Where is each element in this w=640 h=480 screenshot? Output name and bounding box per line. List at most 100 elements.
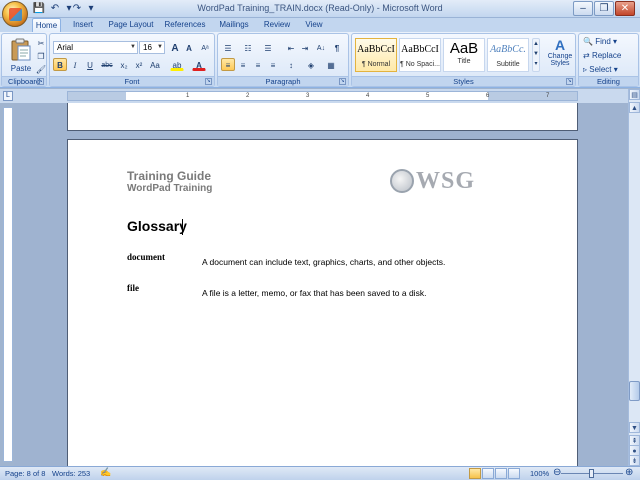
header-title: Training Guide (127, 169, 212, 183)
scroll-up-icon[interactable]: ▲ (629, 102, 640, 113)
grow-font-button[interactable]: A (168, 41, 182, 54)
underline-button[interactable]: U (83, 58, 97, 71)
tab-view[interactable]: View (299, 18, 329, 32)
style-title[interactable]: AaB Title (443, 38, 485, 72)
office-logo-icon (9, 8, 22, 21)
sort-icon[interactable]: A↓ (314, 41, 328, 54)
font-color-button[interactable]: A (192, 58, 206, 71)
borders-icon[interactable]: ▦ (324, 58, 338, 71)
scroll-thumb[interactable] (629, 381, 640, 401)
increase-indent-icon[interactable]: ⇥ (298, 41, 312, 54)
tab-mailings[interactable]: Mailings (214, 18, 254, 32)
align-right-icon[interactable]: ≡ (251, 58, 265, 71)
bullets-icon[interactable]: ☰ (221, 41, 235, 54)
styles-scroll-icon[interactable]: ▲ ▼ ▾ (532, 38, 540, 72)
ribbon: Paste ✂ ❐ 🖌 Clipboard ↘ Arial ▼ 16 ▼ A A A… (0, 32, 640, 88)
font-name-combo[interactable]: Arial ▼ (53, 41, 138, 54)
zoom-in-icon[interactable]: ⊕ (625, 467, 633, 478)
tab-home[interactable]: Home (32, 18, 61, 32)
title-bar: 💾 ↶ ▾ ↷ ▾ WordPad Training_TRAIN.docx (R… (0, 0, 640, 18)
ruler-tick: 6 (486, 93, 490, 99)
full-screen-reading-icon[interactable] (482, 468, 494, 479)
status-bar: Page: 8 of 8 Words: 253 ✍ 100% ⊖ ⊕ (0, 466, 640, 480)
style-name: ¶ No Spaci... (400, 61, 440, 68)
previous-page (67, 103, 578, 131)
bold-button[interactable]: B (53, 58, 67, 71)
glossary-heading[interactable]: Glossary (127, 218, 187, 234)
tab-references[interactable]: References (162, 18, 208, 32)
restore-button[interactable]: ❐ (594, 1, 614, 16)
horizontal-ruler[interactable]: 1 2 3 4 5 6 7 (67, 91, 578, 101)
tab-selector-icon[interactable]: L (3, 91, 13, 101)
minimize-button[interactable]: ‒ (573, 1, 593, 16)
dialog-launcher-icon[interactable]: ↘ (205, 78, 212, 85)
find-button[interactable]: 🔍 Find ▾ (583, 37, 617, 46)
italic-button[interactable]: I (68, 58, 82, 71)
outline-icon[interactable] (508, 468, 520, 479)
proofing-icon[interactable]: ✍ (100, 467, 111, 478)
center-icon[interactable]: ≡ (236, 58, 250, 71)
tab-insert[interactable]: Insert (66, 18, 100, 32)
close-button[interactable]: ✕ (615, 1, 635, 16)
office-button[interactable] (2, 1, 28, 27)
ruler-margin-left (68, 92, 126, 100)
tab-review[interactable]: Review (259, 18, 295, 32)
document-area[interactable]: Training Guide WordPad Training WSG Glos… (14, 103, 628, 466)
paste-button[interactable]: Paste (8, 64, 34, 73)
vertical-scrollbar[interactable]: ▤ ▲ ▼ ⇞ ● ⇟ (628, 89, 640, 466)
change-styles-button[interactable]: A Change Styles (545, 37, 575, 67)
font-size-value: 16 (143, 43, 152, 52)
vertical-ruler[interactable] (3, 107, 13, 462)
header-subtitle: WordPad Training (127, 183, 213, 194)
zoom-slider-knob[interactable] (589, 469, 594, 478)
glossary-definition: A file is a letter, memo, or fax that ha… (202, 288, 427, 298)
ruler-tick: 5 (426, 93, 430, 99)
format-painter-icon[interactable]: 🖌 (34, 62, 48, 75)
multilevel-list-icon[interactable]: ☰ (261, 41, 275, 54)
subscript-button[interactable]: x₂ (117, 58, 131, 71)
clipboard-group: Paste ✂ ❐ 🖌 Clipboard ↘ (1, 33, 47, 87)
line-spacing-icon[interactable]: ↕ (284, 58, 298, 71)
style-preview: AaBbCcI (401, 44, 439, 55)
cut-icon[interactable]: ✂ (34, 36, 48, 49)
clear-formatting-button[interactable]: Aᵃ (198, 41, 212, 54)
ruler-toggle-icon[interactable]: ▤ (629, 89, 640, 100)
align-left-icon[interactable]: ≡ (221, 58, 235, 71)
paste-icon[interactable] (10, 38, 32, 62)
style-normal[interactable]: AaBbCcI ¶ Normal (355, 38, 397, 72)
dialog-launcher-icon[interactable]: ↘ (37, 78, 44, 85)
numbering-icon[interactable]: ☷ (241, 41, 255, 54)
justify-icon[interactable]: ≡ (266, 58, 280, 71)
font-size-combo[interactable]: 16 ▼ (139, 41, 165, 54)
zoom-level[interactable]: 100% (530, 469, 549, 478)
web-layout-icon[interactable] (495, 468, 507, 479)
ruler-tick: 1 (186, 93, 190, 99)
change-case-button[interactable]: Aa (147, 58, 163, 71)
replace-button[interactable]: ⇄ Replace (583, 51, 621, 60)
shrink-font-button[interactable]: A (182, 41, 196, 54)
binoculars-icon: 🔍 (583, 37, 593, 46)
dialog-launcher-icon[interactable]: ↘ (566, 78, 573, 85)
strikethrough-button[interactable]: abc (99, 58, 115, 71)
tab-page-layout[interactable]: Page Layout (105, 18, 157, 32)
dialog-launcher-icon[interactable]: ↘ (339, 78, 346, 85)
style-no-spacing[interactable]: AaBbCcI ¶ No Spaci... (399, 38, 441, 72)
page[interactable]: Training Guide WordPad Training WSG Glos… (67, 139, 578, 466)
superscript-button[interactable]: x² (132, 58, 146, 71)
print-layout-icon[interactable] (469, 468, 481, 479)
styles-group-label: Styles (352, 76, 575, 86)
page-count[interactable]: Page: 8 of 8 (5, 469, 45, 478)
next-page-icon[interactable]: ⇟ (629, 455, 640, 466)
scroll-down-icon[interactable]: ▼ (629, 422, 640, 433)
highlight-button[interactable]: ab (170, 58, 184, 71)
decrease-indent-icon[interactable]: ⇤ (284, 41, 298, 54)
shading-icon[interactable]: ◈ (304, 58, 318, 71)
style-preview: AaBbCc. (490, 44, 526, 55)
show-marks-icon[interactable]: ¶ (330, 41, 344, 54)
glossary-term: document (127, 252, 165, 262)
style-subtitle[interactable]: AaBbCc. Subtitle (487, 38, 529, 72)
ruler-area: L 1 2 3 4 5 6 7 (0, 89, 640, 103)
word-count[interactable]: Words: 253 (52, 469, 90, 478)
select-button[interactable]: ▹ Select ▾ (583, 65, 618, 74)
copy-icon[interactable]: ❐ (34, 49, 48, 62)
